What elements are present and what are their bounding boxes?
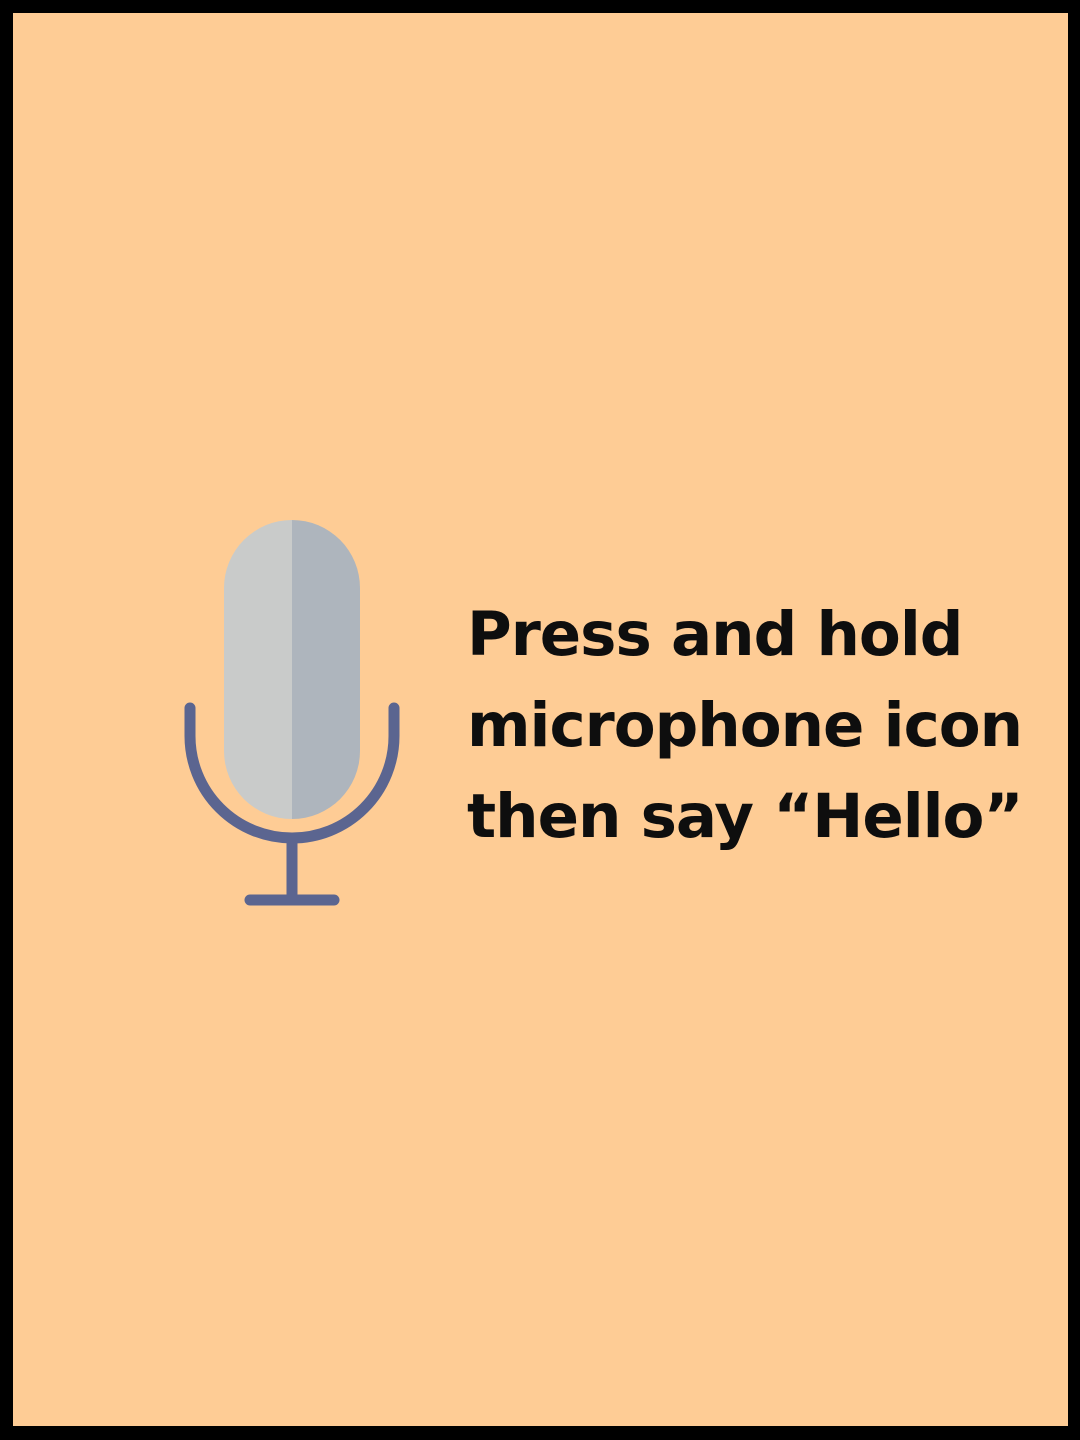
instruction-line-2: microphone icon — [467, 690, 1023, 761]
microphone-icon[interactable] — [170, 507, 410, 917]
mic-capsule-left — [224, 520, 292, 819]
instruction-line-3: then say “Hello” — [467, 781, 1024, 852]
instruction-card: Press and hold microphone icon then say … — [0, 0, 1080, 1440]
mic-capsule-right — [292, 520, 360, 819]
instruction-line-1: Press and hold — [467, 599, 963, 670]
instruction-text: Press and hold microphone icon then say … — [467, 589, 1057, 862]
